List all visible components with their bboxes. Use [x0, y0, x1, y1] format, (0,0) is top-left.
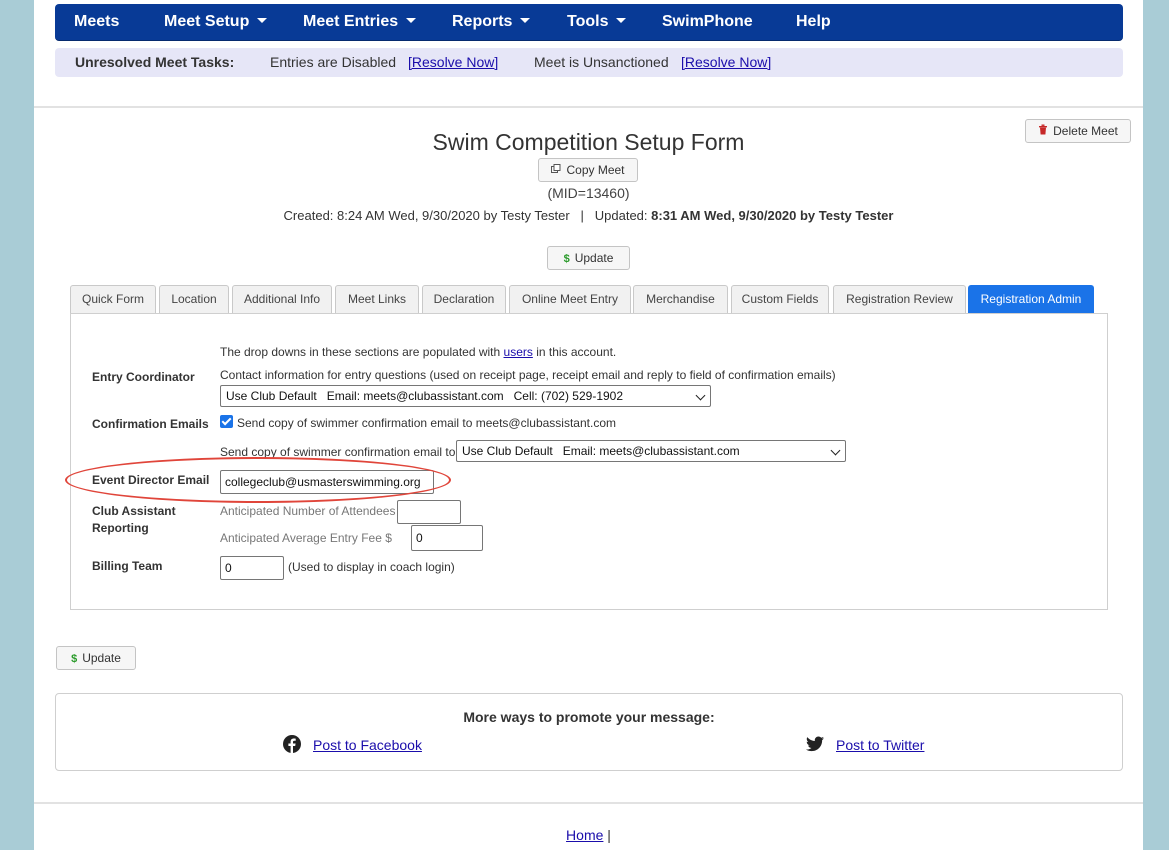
confirmation-emails-label: Confirmation Emails	[92, 417, 209, 431]
tasks-label: Unresolved Meet Tasks:	[75, 54, 235, 70]
billing-team-hint: (Used to display in coach login)	[288, 560, 455, 574]
task-meet-unsanctioned: Meet is Unsanctioned	[534, 54, 669, 70]
nav-meets[interactable]: Meets	[74, 4, 119, 40]
dollar-icon: $	[563, 253, 570, 265]
update-button-bottom[interactable]: $ Update	[56, 646, 136, 670]
tab-quick-form[interactable]: Quick Form	[70, 285, 156, 314]
main-navbar: Meets Meet Setup Meet Entries Reports To…	[55, 4, 1123, 41]
copy-icon	[551, 160, 561, 182]
facebook-icon	[283, 735, 301, 754]
billing-team-input[interactable]: 0	[220, 556, 284, 580]
update-button-top[interactable]: $ Update	[547, 246, 630, 270]
nav-tools[interactable]: Tools	[567, 4, 627, 40]
twitter-icon	[806, 736, 824, 752]
page: Meets Meet Setup Meet Entries Reports To…	[34, 0, 1143, 850]
chevron-down-icon	[695, 390, 706, 401]
confirmation-checkbox-text: Send copy of swimmer confirmation email …	[237, 416, 616, 430]
tab-online-meet-entry[interactable]: Online Meet Entry	[509, 285, 631, 314]
users-link[interactable]: users	[504, 345, 533, 359]
attendees-label: Anticipated Number of Attendees	[220, 504, 396, 518]
send-copy-select[interactable]: Use Club Default Email: meets@clubassist…	[456, 440, 846, 462]
confirmation-copy-checkbox[interactable]	[220, 415, 233, 428]
home-link[interactable]: Home	[566, 827, 603, 843]
promote-box: More ways to promote your message: Post …	[55, 693, 1123, 771]
meet-id: (MID=13460)	[547, 185, 630, 201]
footer-separator: |	[607, 827, 611, 843]
send-copy-text: Send copy of swimmer confirmation email …	[220, 445, 456, 459]
billing-team-label: Billing Team	[92, 559, 163, 573]
tab-registration-review[interactable]: Registration Review	[833, 285, 966, 314]
dollar-icon: $	[71, 653, 78, 665]
nav-meet-entries[interactable]: Meet Entries	[303, 4, 417, 40]
promote-title: More ways to promote your message:	[463, 709, 715, 725]
chevron-down-icon	[616, 18, 627, 24]
avg-entry-fee-input[interactable]: 0	[411, 525, 483, 551]
tab-declaration[interactable]: Declaration	[422, 285, 506, 314]
divider	[34, 106, 1143, 108]
facebook-share: Post to Facebook	[283, 735, 422, 755]
unresolved-tasks-bar: Unresolved Meet Tasks: Entries are Disab…	[55, 48, 1123, 77]
task-entries-disabled: Entries are Disabled	[270, 54, 397, 70]
nav-reports[interactable]: Reports	[452, 4, 531, 40]
resolve-sanction-link[interactable]: [Resolve Now]	[681, 48, 771, 77]
chevron-down-icon	[406, 18, 417, 24]
copy-meet-button[interactable]: Copy Meet	[538, 158, 638, 182]
entry-coordinator-select[interactable]: Use Club Default Email: meets@clubassist…	[220, 385, 711, 407]
intro-text: The drop downs in these sections are pop…	[220, 345, 617, 359]
event-director-email-input[interactable]: collegeclub@usmasterswimming.org	[220, 470, 434, 494]
twitter-share: Post to Twitter	[806, 736, 924, 754]
post-to-facebook-link[interactable]: Post to Facebook	[313, 737, 422, 753]
chevron-down-icon	[830, 445, 841, 456]
footer: Home |	[34, 827, 1143, 843]
chevron-down-icon	[520, 18, 531, 24]
tab-registration-admin[interactable]: Registration Admin	[968, 285, 1094, 314]
chevron-down-icon	[257, 18, 268, 24]
page-title: Swim Competition Setup Form	[432, 129, 745, 155]
created-updated-info: Created: 8:24 AM Wed, 9/30/2020 by Testy…	[283, 208, 894, 223]
tab-meet-links[interactable]: Meet Links	[335, 285, 419, 314]
event-director-label: Event Director Email	[92, 473, 210, 487]
nav-meet-setup[interactable]: Meet Setup	[164, 4, 268, 40]
tab-merchandise[interactable]: Merchandise	[633, 285, 728, 314]
post-to-twitter-link[interactable]: Post to Twitter	[836, 737, 924, 753]
tab-location[interactable]: Location	[159, 285, 229, 314]
tab-custom-fields[interactable]: Custom Fields	[731, 285, 829, 314]
nav-help[interactable]: Help	[796, 4, 831, 40]
resolve-entries-link[interactable]: [Resolve Now]	[408, 48, 498, 77]
entry-coordinator-desc: Contact information for entry questions …	[220, 368, 836, 382]
nav-swimphone[interactable]: SwimPhone	[662, 4, 753, 40]
attendees-input[interactable]	[397, 500, 461, 524]
avg-entry-fee-label: Anticipated Average Entry Fee $	[220, 531, 392, 545]
tab-additional-info[interactable]: Additional Info	[232, 285, 332, 314]
entry-coordinator-label: Entry Coordinator	[92, 370, 195, 384]
club-assistant-reporting-label: Club Assistant Reporting	[92, 504, 176, 535]
footer-divider	[34, 802, 1143, 804]
